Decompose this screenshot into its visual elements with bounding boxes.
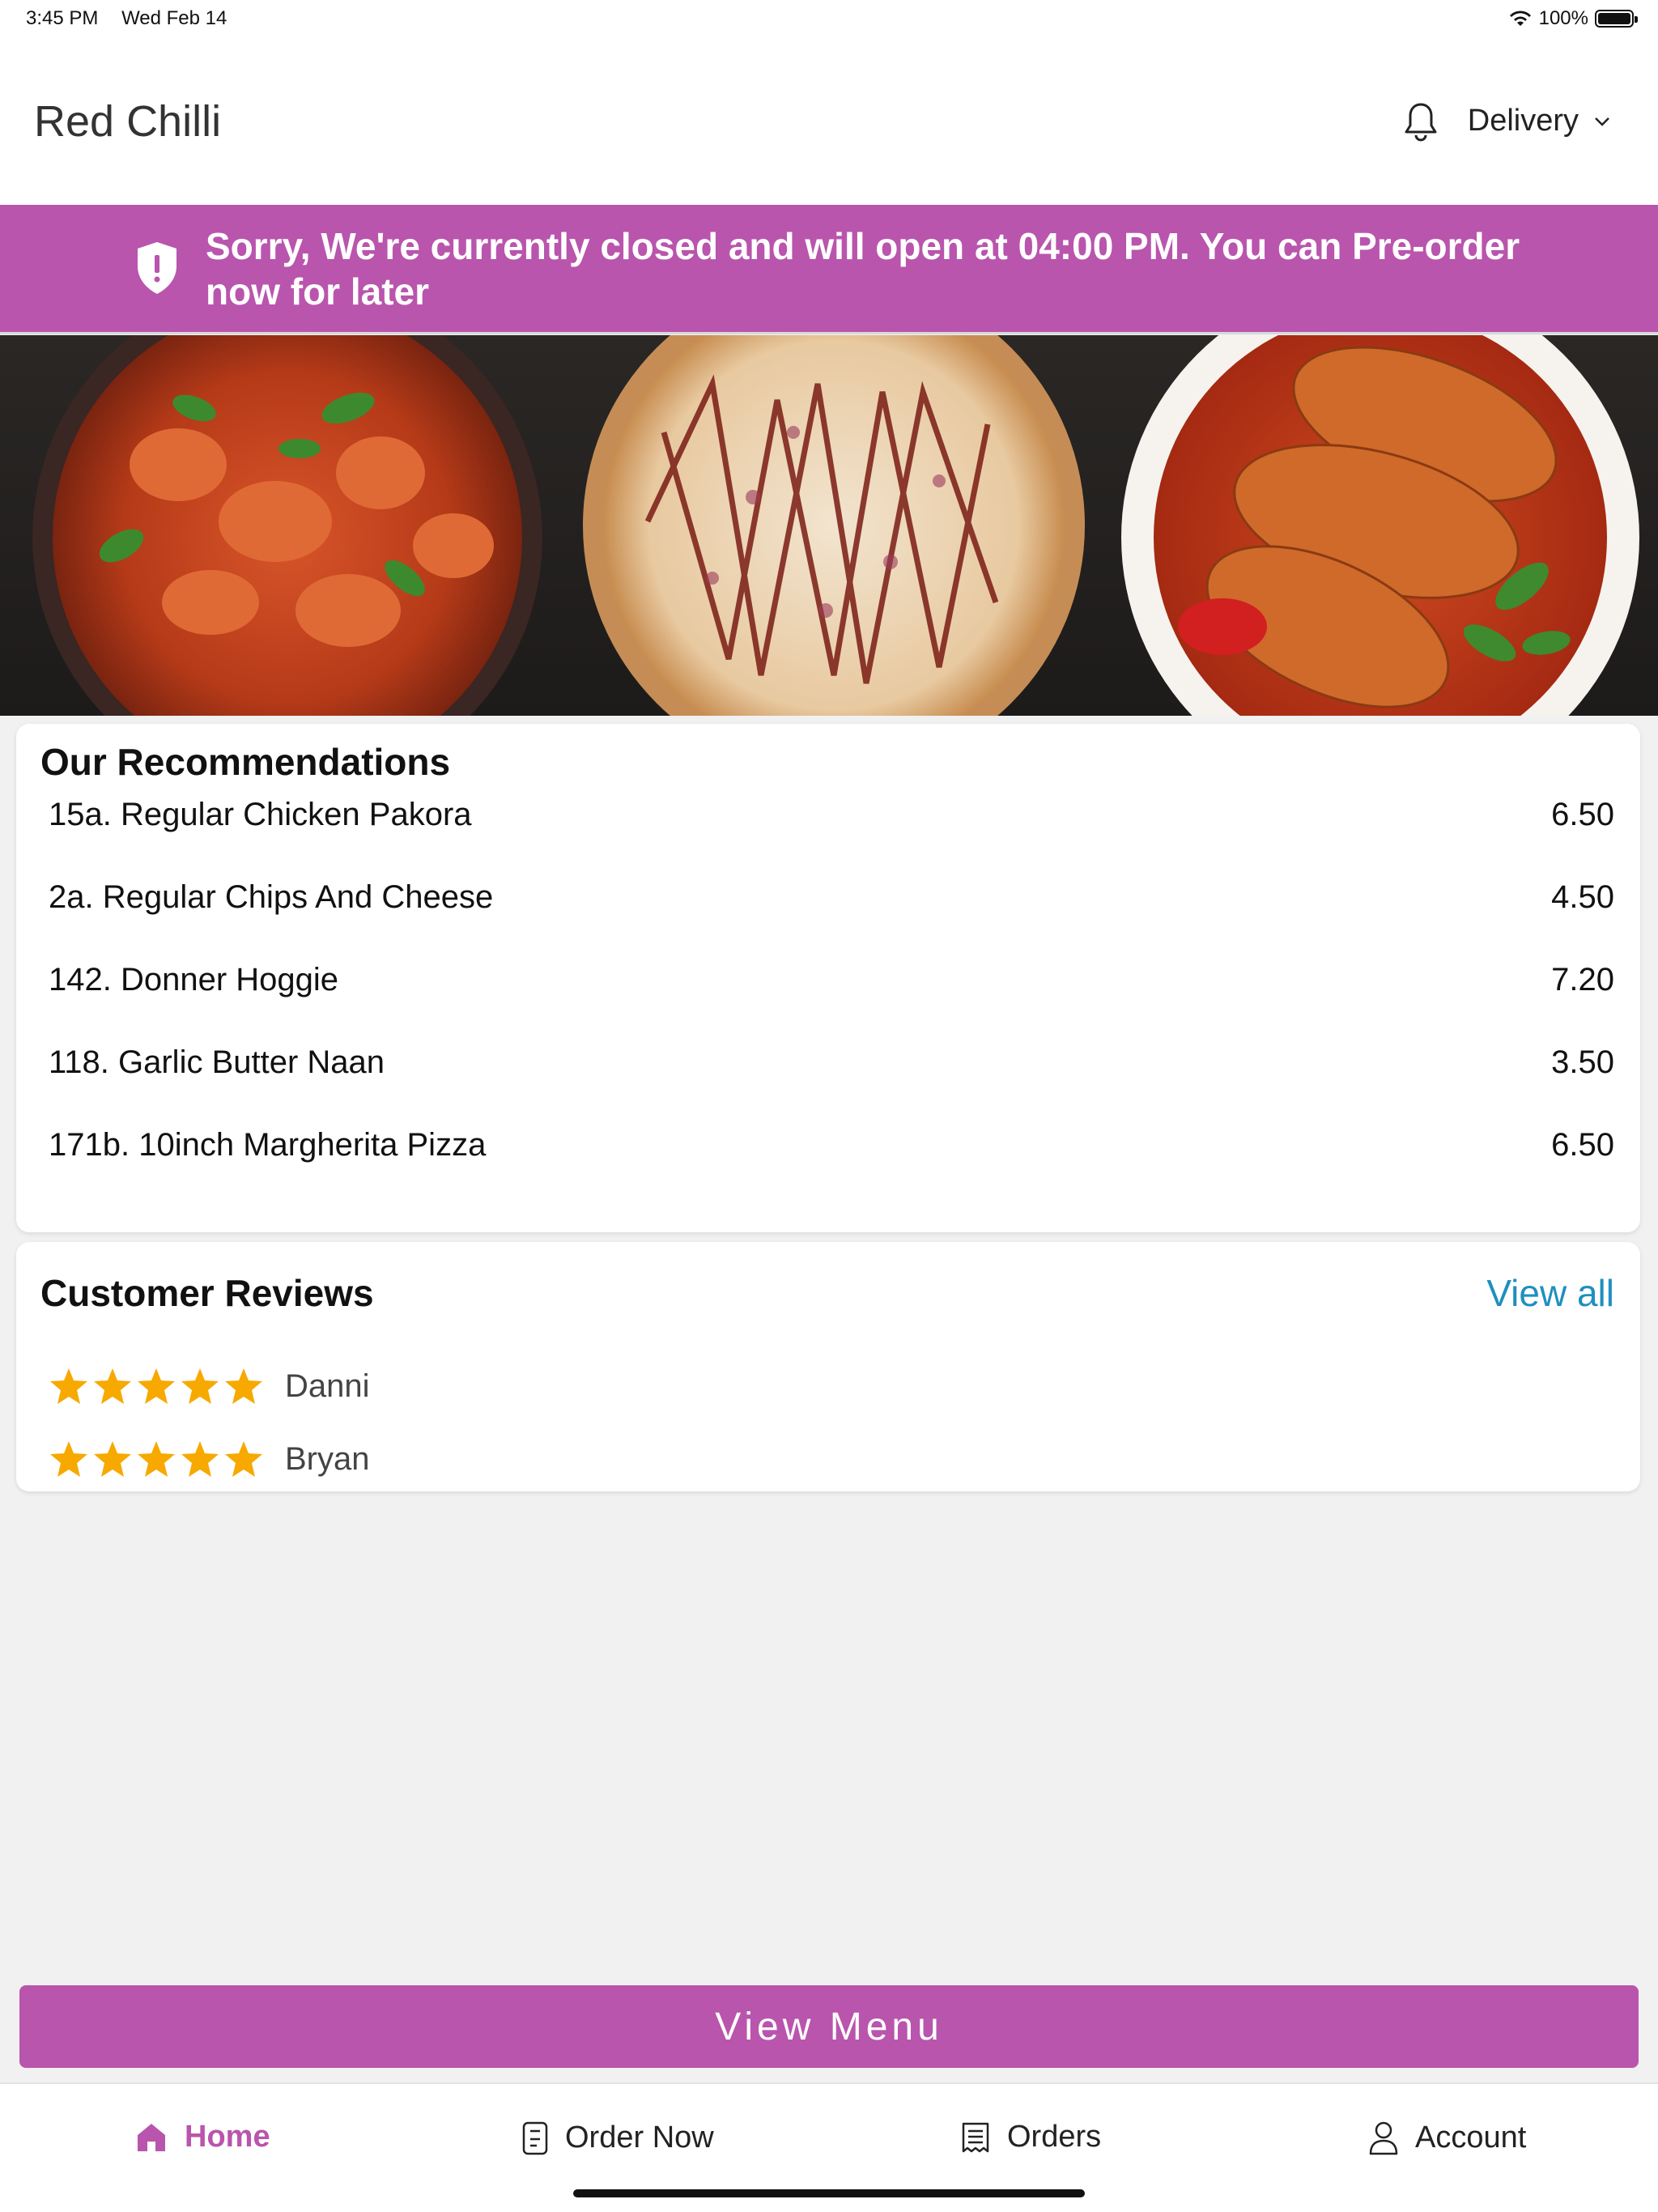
recommendation-name: 15a. Regular Chicken Pakora [49,796,472,832]
recommendations-card: Our Recommendations 15a. Regular Chicken… [16,724,1640,1232]
delivery-mode-selector[interactable]: Delivery [1468,104,1611,138]
battery-percent: 100% [1538,7,1588,29]
star-icon [50,1441,87,1477]
home-icon [138,2123,165,2151]
status-date: Wed Feb 14 [121,7,227,29]
food-illustration [32,335,1639,716]
closed-message: Sorry, We're currently closed and will o… [206,224,1520,313]
tab-account-label: Account [1415,2120,1527,2155]
recommendation-item[interactable]: 142. Donner Hoggie 7.20 [49,955,1614,1004]
status-bar: 3:45 PM Wed Feb 14 100% [0,0,1658,37]
tab-account[interactable]: Account [1368,2120,1526,2155]
status-left: 3:45 PM Wed Feb 14 [26,7,244,30]
shield-alert-icon [138,242,176,294]
star-icon [94,1441,131,1477]
recommendation-name: 118. Garlic Butter Naan [49,1044,385,1080]
recommendation-price: 4.50 [1551,878,1614,915]
recommendation-item[interactable]: 2a. Regular Chips And Cheese 4.50 [49,873,1614,921]
receipt-icon [962,2122,989,2152]
recommendation-item[interactable]: 171b. 10inch Margherita Pizza 6.50 [49,1121,1614,1169]
tab-orders-label: Orders [1007,2120,1102,2154]
closed-banner: Sorry, We're currently closed and will o… [0,205,1658,334]
review-item[interactable]: Bryan [49,1435,370,1483]
recommendation-name: 142. Donner Hoggie [49,961,339,998]
home-indicator [573,2189,1085,2197]
recommendation-price: 6.50 [1551,1126,1614,1163]
view-all-reviews-link[interactable]: View all [1486,1271,1614,1315]
reviews-card: Customer Reviews View all Danni Bryan [16,1242,1640,1491]
recommendation-item[interactable]: 118. Garlic Butter Naan 3.50 [49,1038,1614,1087]
header-actions: Delivery [1403,101,1611,142]
recommendation-name: 171b. 10inch Margherita Pizza [49,1126,487,1163]
tab-home[interactable]: Home [134,2120,270,2155]
user-icon [1369,2121,1398,2155]
star-icon [50,1368,87,1404]
delivery-mode-label: Delivery [1467,104,1579,138]
recommendations-title: Our Recommendations [40,741,451,783]
star-rating [49,1440,264,1478]
star-icon [225,1368,262,1404]
star-rating [49,1367,264,1406]
status-right: 100% [1508,7,1638,30]
reviewer-name: Bryan [285,1440,370,1477]
recommendation-price: 6.50 [1551,796,1614,832]
recommendation-price: 3.50 [1551,1044,1614,1080]
star-icon [138,1441,175,1477]
tab-home-label: Home [185,2120,270,2154]
wifi-icon [1509,11,1531,26]
star-icon [181,1368,219,1404]
app-header: Red Chilli Delivery [0,37,1658,205]
status-time: 3:45 PM [26,7,99,29]
reviewer-name: Danni [285,1368,370,1404]
star-icon [225,1441,262,1477]
review-item[interactable]: Danni [49,1362,370,1410]
hero-food-image [0,335,1658,716]
restaurant-title: Red Chilli [34,96,222,146]
star-icon [181,1441,219,1477]
recommendation-price: 7.20 [1551,961,1614,998]
recommendation-item[interactable]: 15a. Regular Chicken Pakora 6.50 [49,790,1614,839]
chevron-down-icon [1595,117,1609,126]
star-icon [138,1368,175,1404]
tab-order-now[interactable]: Order Now [521,2120,714,2155]
menu-card-icon [522,2121,548,2155]
tab-orders[interactable]: Orders [960,2120,1101,2155]
view-menu-button[interactable]: View Menu [19,1985,1639,2068]
battery-icon [1595,10,1638,28]
recommendation-name: 2a. Regular Chips And Cheese [49,878,494,915]
star-icon [94,1368,131,1404]
tab-order-now-label: Order Now [565,2120,714,2155]
bell-icon[interactable] [1403,101,1439,142]
reviews-title: Customer Reviews [40,1272,374,1314]
